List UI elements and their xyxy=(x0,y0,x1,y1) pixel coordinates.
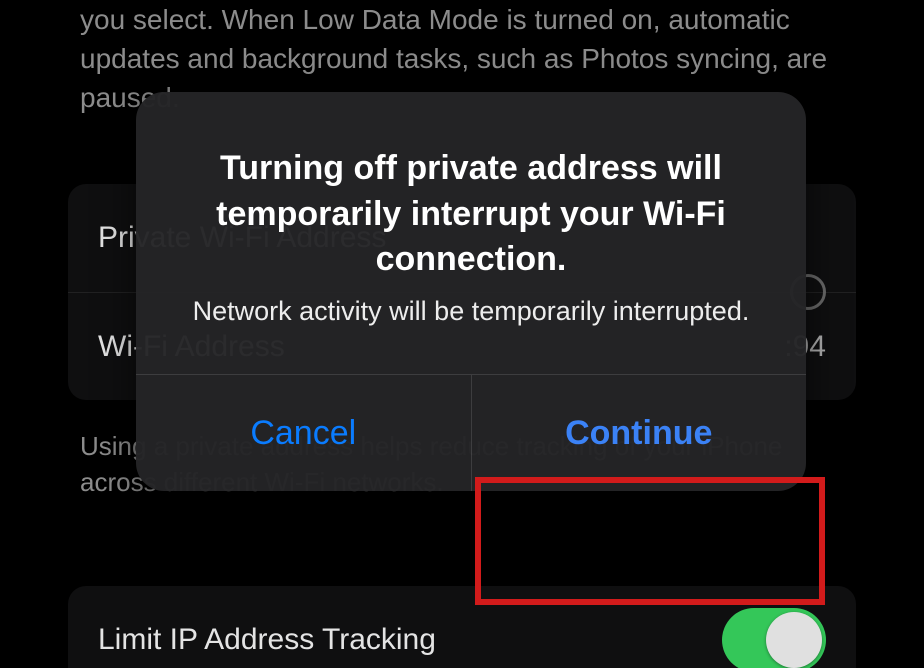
limit-ip-tracking-label: Limit IP Address Tracking xyxy=(98,623,436,657)
dialog-message: Network activity will be temporarily int… xyxy=(180,293,762,331)
limit-ip-tracking-row[interactable]: Limit IP Address Tracking xyxy=(68,586,856,668)
limit-ip-tracking-toggle[interactable] xyxy=(722,608,826,668)
cancel-button[interactable]: Cancel xyxy=(136,375,471,491)
toggle-knob xyxy=(766,612,822,668)
dialog-content: Turning off private address will tempora… xyxy=(136,92,806,374)
tracking-section: Limit IP Address Tracking xyxy=(68,586,856,668)
dialog-buttons: Cancel Continue xyxy=(136,374,806,491)
confirm-dialog: Turning off private address will tempora… xyxy=(136,92,806,491)
dialog-title: Turning off private address will tempora… xyxy=(180,146,762,283)
continue-button[interactable]: Continue xyxy=(471,375,807,491)
